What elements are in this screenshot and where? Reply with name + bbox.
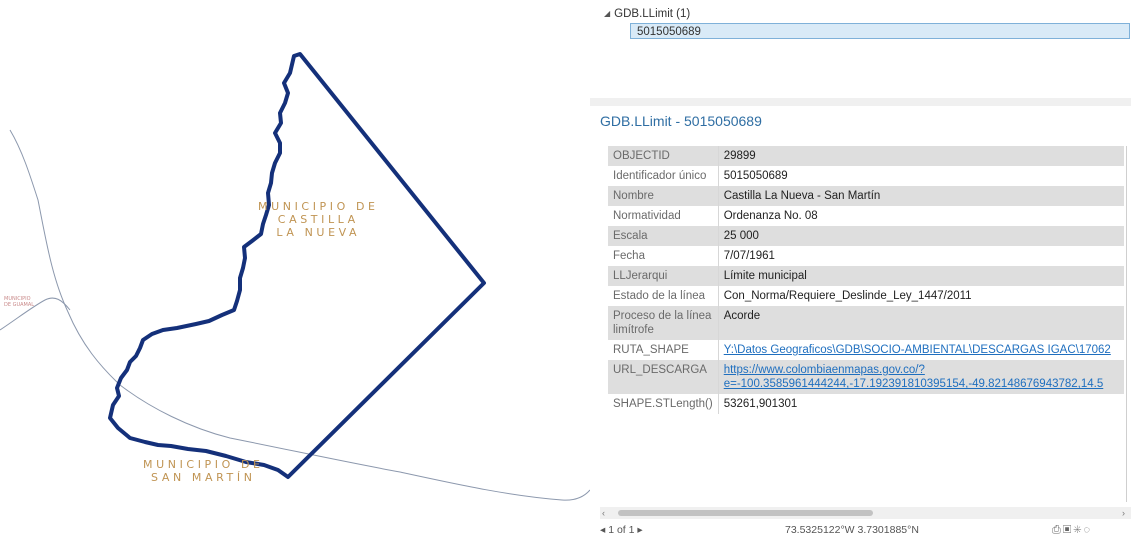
status-bar: ◂ 1 of 1 ▸ 73.5325122°W 3.7301885°N ⎙▣✳◌ <box>590 522 1131 539</box>
feature-tree: ◢ GDB.LLimit (1) 5015050689 <box>590 0 1131 98</box>
field-value: 5015050689 <box>723 170 788 182</box>
field-value: 7/07/1961 <box>723 250 775 262</box>
flash-icon[interactable]: ✳ <box>1073 524 1083 536</box>
field-name: OBJECTID <box>608 146 719 166</box>
table-row: URL_DESCARGA https://www.colombiaenmapas… <box>608 360 1124 394</box>
scrollbar-thumb[interactable] <box>618 510 873 516</box>
popup-title: GDB.LLimit - 5015050689 <box>600 113 762 129</box>
tree-node-label: GDB.LLimit (1) <box>614 8 691 20</box>
table-row: Escala 25 000 <box>608 226 1124 246</box>
ruta-shape-link[interactable]: Y:\Datos Geograficos\GDB\SOCIO-AMBIENTAL… <box>724 344 1111 356</box>
river-line <box>9 129 591 501</box>
field-name: Escala <box>608 226 719 246</box>
print-icon[interactable]: ⎙ <box>1052 524 1063 536</box>
field-value: Y:\Datos Geograficos\GDB\SOCIO-AMBIENTAL… <box>718 340 1124 360</box>
map-label-line: SAN MARTÍN <box>151 471 256 484</box>
field-value: https://www.colombiaenmapas.gov.co/? e=-… <box>718 360 1124 394</box>
tree-node-layer[interactable]: ◢ GDB.LLimit (1) <box>604 6 690 22</box>
field-value: 29899 <box>718 146 1124 166</box>
map-label-small-left: MUNICIPIO DE GUAMAL <box>4 296 34 308</box>
table-row: LLJerarqui Límite municipal <box>608 266 1124 286</box>
table-row: Fecha 7/07/1961 <box>608 246 1124 266</box>
expand-triangle-icon[interactable]: ◢ <box>604 6 610 22</box>
field-value: Límite municipal <box>718 266 1124 286</box>
map-label-san-martin: MUNICIPIO DE SAN MARTÍN <box>143 458 264 484</box>
scroll-left-icon[interactable]: ‹ <box>602 507 605 519</box>
map-label-line: MUNICIPIO DE <box>258 200 379 213</box>
popup-panel: ◢ GDB.LLimit (1) 5015050689 GDB.LLimit - … <box>590 0 1131 539</box>
map-view[interactable]: MUNICIPIO DE CASTILLA LA NUEVA MUNICIPIO… <box>0 0 591 539</box>
coordinate-readout: 73.5325122°W 3.7301885°N <box>785 524 919 536</box>
field-value: Con_Norma/Requiere_Deslinde_Ley_1447/201… <box>723 290 972 302</box>
table-row: Estado de la línea Con_Norma/Requiere_De… <box>608 286 1124 306</box>
page-navigation[interactable]: ◂ 1 of 1 ▸ <box>600 522 643 539</box>
url-descarga-link[interactable]: https://www.colombiaenmapas.gov.co/? <box>724 363 1119 377</box>
table-row: Proceso de la línea limítrofe Acorde <box>608 306 1124 340</box>
vertical-scrollbar[interactable] <box>1126 146 1127 502</box>
table-row: SHAPE.STLength() 53261,901301 <box>608 394 1124 414</box>
field-name: URL_DESCARGA <box>608 360 719 394</box>
attribute-table: OBJECTID 29899 Identificador único 50150… <box>608 146 1124 414</box>
map-canvas[interactable] <box>0 0 591 539</box>
table-row: OBJECTID 29899 <box>608 146 1124 166</box>
field-name: LLJerarqui <box>608 266 719 286</box>
field-value: Castilla La Nueva - San Martín <box>718 186 1124 206</box>
field-name: Nombre <box>608 186 719 206</box>
field-value: Acorde <box>718 306 1124 340</box>
field-name: SHAPE.STLength() <box>608 394 719 414</box>
table-row: RUTA_SHAPE Y:\Datos Geograficos\GDB\SOCI… <box>608 340 1124 360</box>
field-name: Proceso de la línea limítrofe <box>608 306 719 340</box>
field-name: Normatividad <box>608 206 719 226</box>
horizontal-scrollbar[interactable]: ‹ › <box>600 507 1131 519</box>
map-label-castilla: MUNICIPIO DE CASTILLA LA NUEVA <box>258 200 379 239</box>
panel-divider[interactable] <box>590 98 1131 106</box>
scroll-right-icon[interactable]: › <box>1122 507 1125 519</box>
field-value: 53261,901301 <box>723 398 798 410</box>
map-label-line: LA NUEVA <box>276 226 361 239</box>
field-name: RUTA_SHAPE <box>608 340 719 360</box>
field-value: 25 000 <box>718 226 1124 246</box>
map-label-line: DE GUAMAL <box>4 302 35 308</box>
more-icon[interactable]: ◌ <box>1083 524 1092 536</box>
field-value: Ordenanza No. 08 <box>723 210 818 222</box>
popup-tools: ⎙▣✳◌ <box>1052 522 1092 539</box>
export-icon[interactable]: ▣ <box>1063 524 1073 536</box>
map-label-line: CASTILLA <box>277 213 359 226</box>
table-row: Identificador único 5015050689 <box>608 166 1124 186</box>
table-row: Normatividad Ordenanza No. 08 <box>608 206 1124 226</box>
field-name: Estado de la línea <box>608 286 719 306</box>
field-name: Fecha <box>608 246 719 266</box>
table-row: Nombre Castilla La Nueva - San Martín <box>608 186 1124 206</box>
field-name: Identificador único <box>608 166 719 186</box>
tree-node-feature-selected[interactable]: 5015050689 <box>630 23 1130 39</box>
map-label-line: MUNICIPIO DE <box>143 458 264 471</box>
url-descarga-link-cont[interactable]: e=-100.3585961444244,-17.192391810395154… <box>724 377 1119 391</box>
